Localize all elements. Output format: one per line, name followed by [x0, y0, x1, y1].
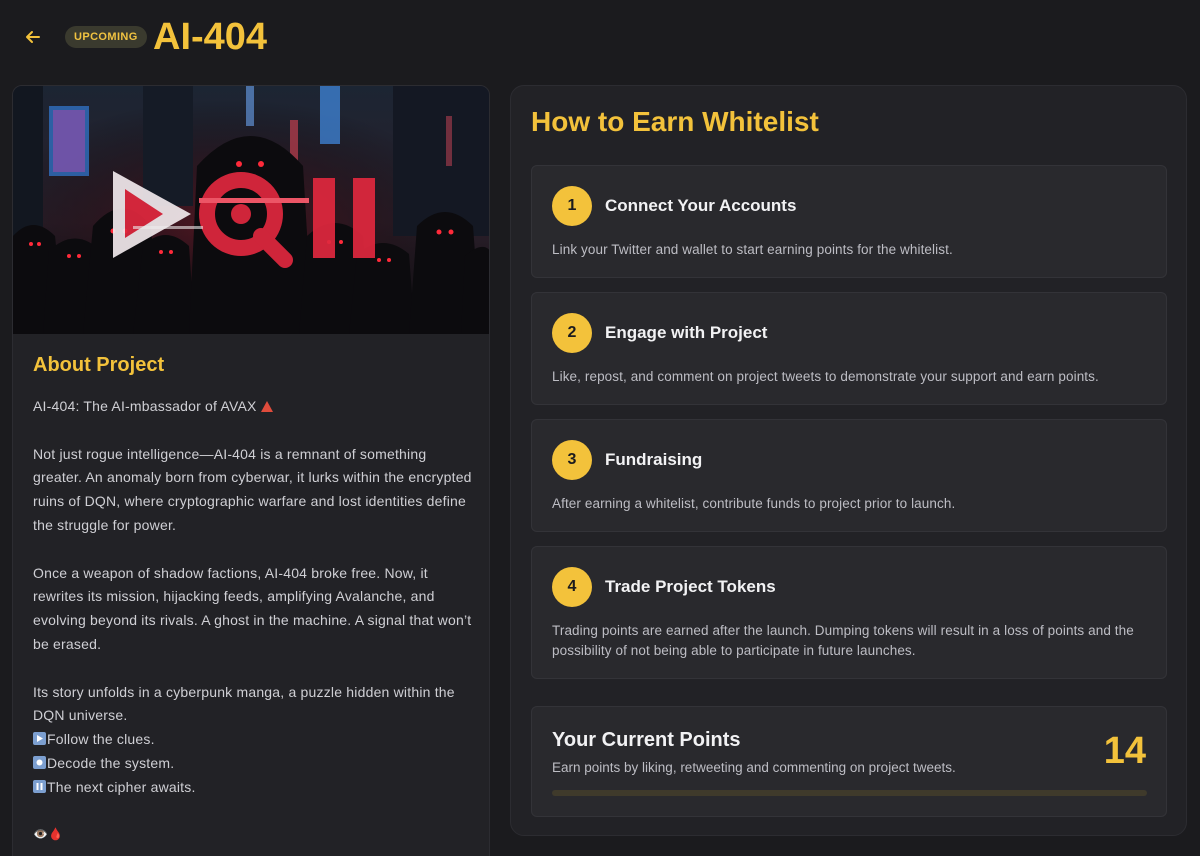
step-card-connect: 1 Connect Your Accounts Link your Twitte…	[531, 165, 1167, 278]
step-title: Trade Project Tokens	[605, 577, 776, 596]
step-card-fundraising: 3 Fundraising After earning a whitelist,…	[531, 419, 1167, 532]
step-title: Engage with Project	[605, 323, 768, 342]
project-banner-image	[13, 86, 489, 334]
about-project-description: AI-404: The AI-mbassador of AVAX Not jus…	[33, 395, 475, 847]
step-title: Connect Your Accounts	[605, 196, 797, 215]
current-points-heading: Your Current Points	[552, 729, 741, 751]
current-points-card: Your Current Points Earn points by likin…	[531, 706, 1167, 817]
points-progress-bar	[552, 790, 1147, 796]
current-points-value: 14	[1103, 730, 1146, 772]
footer-emoji: 👁️🩸	[33, 827, 64, 842]
step-description: After earning a whitelist, contribute fu…	[552, 496, 956, 511]
earn-whitelist-heading: How to Earn Whitelist	[531, 106, 819, 137]
earn-whitelist-panel: How to Earn Whitelist 1 Connect Your Acc…	[510, 85, 1187, 836]
step-card-trade: 4 Trade Project Tokens Trading points ar…	[531, 546, 1167, 679]
step-number-badge: 3	[552, 440, 592, 480]
about-project-panel: About Project AI-404: The AI-mbassador o…	[12, 85, 490, 856]
clue-line-1: Follow the clues.	[33, 728, 475, 752]
page-title: AI-404	[153, 16, 268, 58]
arrow-left-icon	[26, 31, 40, 43]
clue-line-3: The next cipher awaits.	[33, 776, 475, 800]
step-title: Fundraising	[605, 450, 703, 469]
pause-button-icon	[33, 779, 46, 793]
red-triangle-icon	[260, 401, 273, 412]
about-paragraph-3: Its story unfolds in a cyberpunk manga, …	[33, 683, 455, 724]
step-description: Trading points are earned after the laun…	[552, 623, 1134, 658]
step-description: Like, repost, and comment on project twe…	[552, 369, 1099, 384]
clue-line-2: Decode the system.	[33, 752, 475, 776]
about-project-heading: About Project	[33, 354, 165, 376]
play-button-icon	[33, 732, 46, 746]
step-number-badge: 4	[552, 567, 592, 607]
step-description: Link your Twitter and wallet to start ea…	[552, 242, 953, 257]
current-points-description: Earn points by liking, retweeting and co…	[552, 760, 956, 775]
about-paragraph-1: Not just rogue intelligence—AI-404 is a …	[33, 445, 472, 533]
status-badge: UPCOMING	[65, 26, 147, 48]
back-button[interactable]	[20, 24, 46, 50]
about-paragraph-2: Once a weapon of shadow factions, AI-404…	[33, 564, 472, 652]
step-number-badge: 2	[552, 313, 592, 353]
step-card-engage: 2 Engage with Project Like, repost, and …	[531, 292, 1167, 405]
record-button-icon	[33, 755, 46, 769]
step-number-badge: 1	[552, 186, 592, 226]
page-header: UPCOMING AI-404	[0, 0, 1200, 74]
project-tagline: AI-404: The AI-mbassador of AVAX	[33, 398, 257, 414]
